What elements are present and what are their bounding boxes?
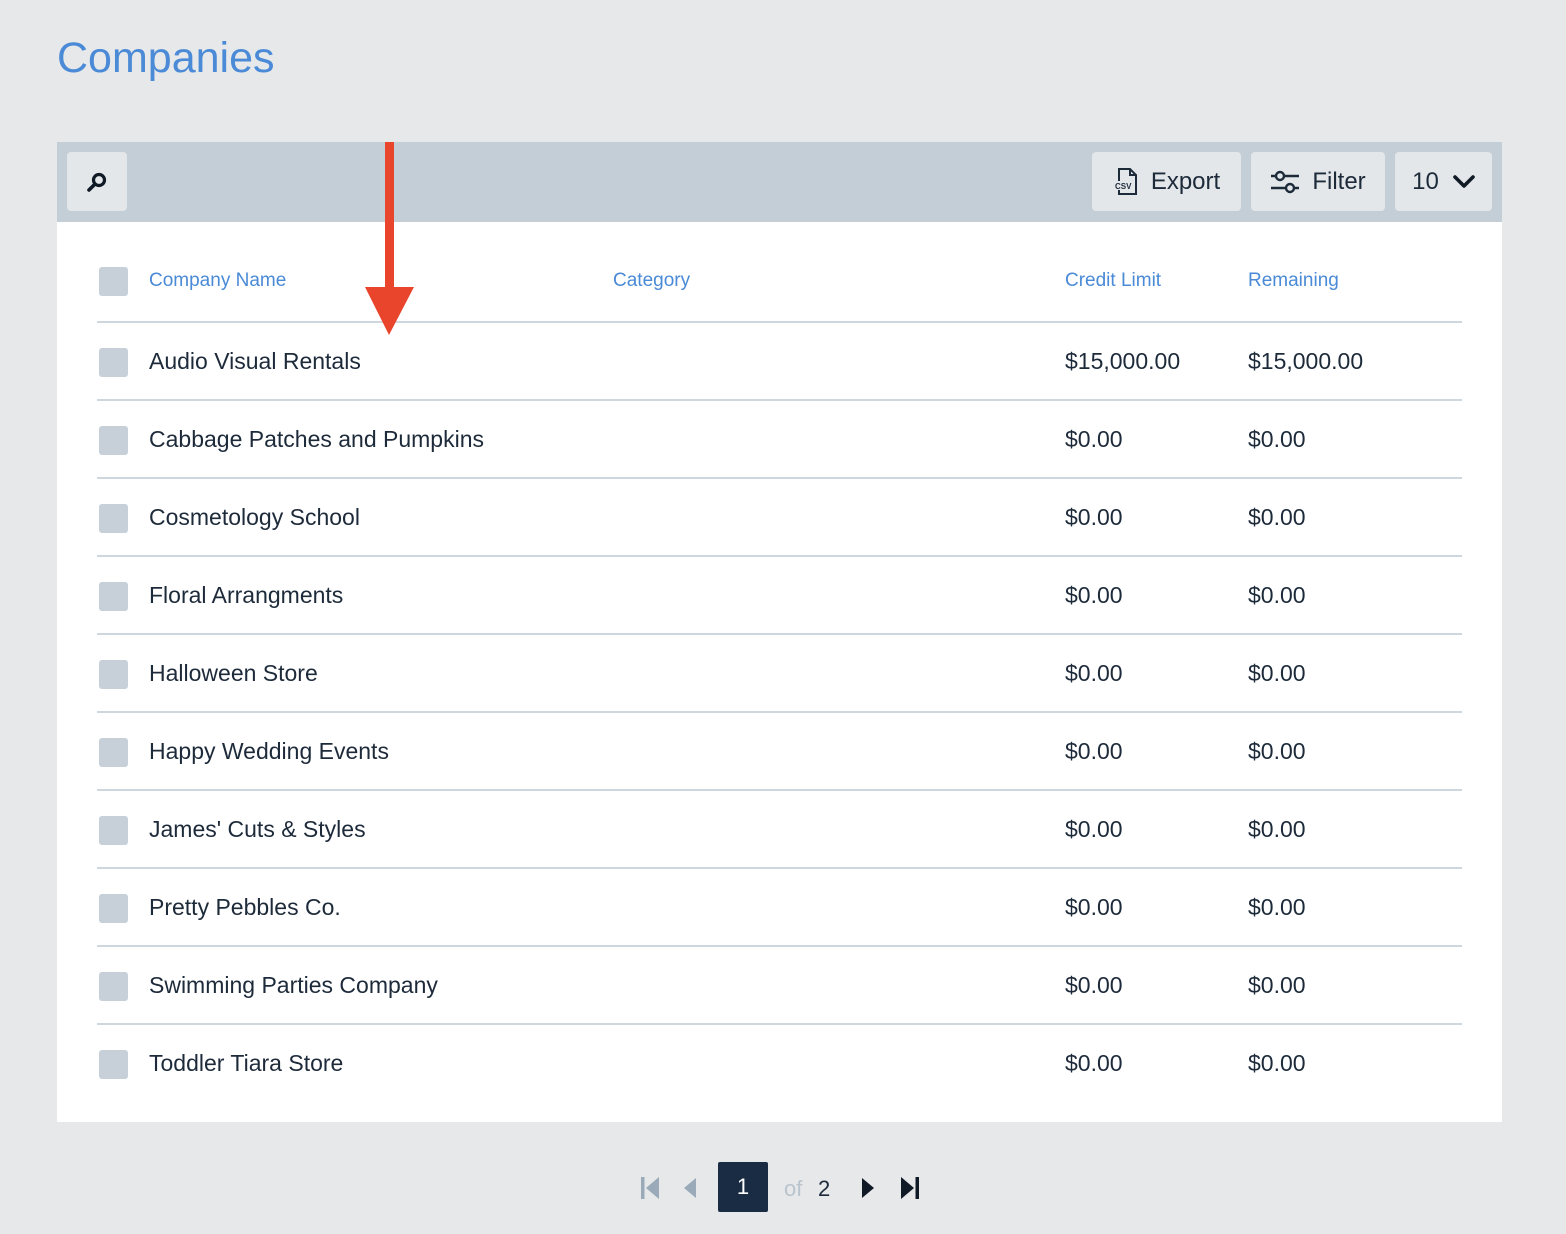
column-header-remaining[interactable]: Remaining [1248,270,1339,292]
remaining-cell: $0.00 [1248,660,1306,686]
pagination: 1 of 2 [0,1162,1566,1212]
table-row[interactable]: Floral Arrangments $0.00 $0.00 [97,557,1462,635]
filter-button[interactable]: Filter [1251,152,1385,211]
remaining-cell: $0.00 [1248,1050,1306,1076]
row-checkbox[interactable] [99,504,128,533]
remaining-cell: $0.00 [1248,738,1306,764]
company-name-cell[interactable]: Halloween Store [149,660,318,687]
per-page-value: 10 [1412,167,1439,195]
chevron-down-icon [1453,174,1475,189]
table-row[interactable]: Cabbage Patches and Pumpkins $0.00 $0.00 [97,401,1462,479]
remaining-cell: $15,000.00 [1248,348,1364,374]
csv-file-icon: CSV [1113,167,1139,197]
current-page[interactable]: 1 [718,1162,768,1212]
credit-limit-cell: $0.00 [1065,738,1123,764]
row-checkbox[interactable] [99,426,128,455]
remaining-cell: $0.00 [1248,426,1306,452]
table-row[interactable]: Swimming Parties Company $0.00 $0.00 [97,947,1462,1025]
remaining-cell: $0.00 [1248,894,1306,920]
table-row[interactable]: Cosmetology School $0.00 $0.00 [97,479,1462,557]
first-page-icon[interactable] [640,1176,660,1205]
last-page-icon[interactable] [900,1176,920,1205]
column-header-company-name[interactable]: Company Name [149,270,286,292]
remaining-cell: $0.00 [1248,504,1306,530]
credit-limit-cell: $0.00 [1065,426,1123,452]
next-page-icon[interactable] [860,1176,876,1205]
table-row[interactable]: Pretty Pebbles Co. $0.00 $0.00 [97,869,1462,947]
table-row[interactable]: Audio Visual Rentals $15,000.00 $15,000.… [97,323,1462,401]
remaining-cell: $0.00 [1248,972,1306,998]
credit-limit-cell: $15,000.00 [1065,348,1181,374]
company-name-cell[interactable]: Swimming Parties Company [149,972,438,999]
table-row[interactable]: Toddler Tiara Store $0.00 $0.00 [97,1025,1462,1103]
table-row[interactable]: Happy Wedding Events $0.00 $0.00 [97,713,1462,791]
export-button[interactable]: CSV Export [1092,152,1241,211]
credit-limit-cell: $0.00 [1065,894,1123,920]
remaining-cell: $0.00 [1248,582,1306,608]
credit-limit-cell: $0.00 [1065,660,1123,686]
row-checkbox[interactable] [99,582,128,611]
credit-limit-cell: $0.00 [1065,972,1123,998]
credit-limit-cell: $0.00 [1065,816,1123,842]
row-checkbox[interactable] [99,816,128,845]
companies-panel: CSV Export Filter 10 Company Name Catego… [57,142,1502,1122]
table-header: Company Name Category Credit Limit Remai… [97,222,1462,323]
search-button[interactable] [67,152,127,211]
row-checkbox[interactable] [99,1050,128,1079]
company-name-cell[interactable]: Audio Visual Rentals [149,348,361,375]
company-name-cell[interactable]: Happy Wedding Events [149,738,389,765]
company-name-cell[interactable]: Cabbage Patches and Pumpkins [149,426,484,453]
select-all-checkbox[interactable] [99,267,128,296]
table-toolbar: CSV Export Filter 10 [57,142,1502,222]
filter-label: Filter [1312,167,1366,195]
export-label: Export [1150,167,1221,195]
company-name-cell[interactable]: Pretty Pebbles Co. [149,894,341,921]
per-page-select[interactable]: 10 [1395,152,1492,211]
credit-limit-cell: $0.00 [1065,504,1123,530]
company-name-cell[interactable]: Toddler Tiara Store [149,1050,343,1077]
row-checkbox[interactable] [99,660,128,689]
company-name-cell[interactable]: Floral Arrangments [149,582,343,609]
sliders-icon [1270,169,1300,195]
row-checkbox[interactable] [99,348,128,377]
search-icon [85,170,109,194]
column-header-category[interactable]: Category [613,270,690,292]
page-title: Companies [57,34,275,82]
credit-limit-cell: $0.00 [1065,1050,1123,1076]
previous-page-icon[interactable] [682,1176,698,1205]
company-name-cell[interactable]: Cosmetology School [149,504,360,531]
page-of-label: of [784,1176,803,1201]
svg-text:CSV: CSV [1115,182,1132,191]
table-row[interactable]: James' Cuts & Styles $0.00 $0.00 [97,791,1462,869]
row-checkbox[interactable] [99,894,128,923]
row-checkbox[interactable] [99,972,128,1001]
table-row[interactable]: Halloween Store $0.00 $0.00 [97,635,1462,713]
remaining-cell: $0.00 [1248,816,1306,842]
total-pages: 2 [818,1176,831,1201]
credit-limit-cell: $0.00 [1065,582,1123,608]
column-header-credit-limit[interactable]: Credit Limit [1065,270,1161,292]
row-checkbox[interactable] [99,738,128,767]
company-name-cell[interactable]: James' Cuts & Styles [149,816,366,843]
